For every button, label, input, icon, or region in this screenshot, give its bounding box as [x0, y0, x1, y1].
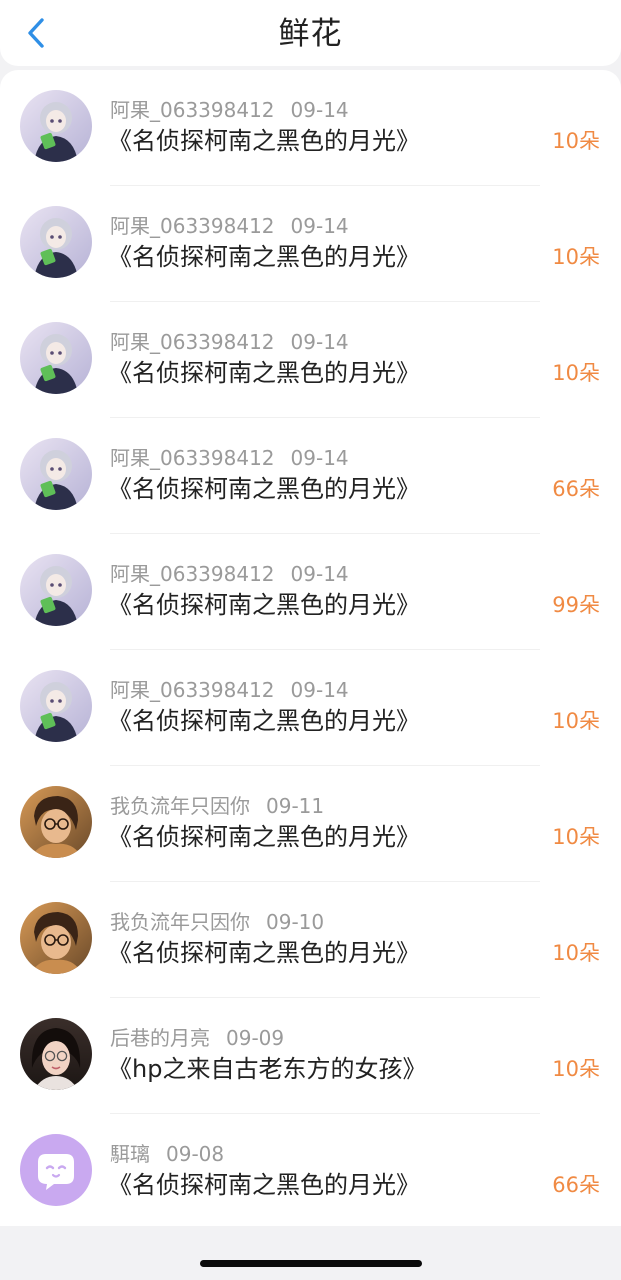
- list-item[interactable]: 后巷的月亮 09-09 《hp之来自古老东方的女孩》 10朵: [0, 998, 621, 1114]
- bottom-safe-area: [0, 1226, 621, 1280]
- username: 阿果_063398412: [110, 562, 275, 586]
- username: 阿果_063398412: [110, 678, 275, 702]
- avatar[interactable]: [20, 90, 92, 162]
- item-meta: 阿果_063398412 09-14: [110, 446, 349, 470]
- username: 我负流年只因你: [110, 910, 250, 934]
- list-item[interactable]: 阿果_063398412 09-14 《名侦探柯南之黑色的月光》 10朵: [0, 302, 621, 418]
- book-title: 《名侦探柯南之黑色的月光》: [108, 475, 420, 503]
- gift-date: 09-14: [290, 446, 349, 470]
- item-meta: 阿果_063398412 09-14: [110, 330, 349, 354]
- avatar[interactable]: [20, 786, 92, 858]
- username: 阿果_063398412: [110, 98, 275, 122]
- book-title: 《名侦探柯南之黑色的月光》: [108, 823, 420, 851]
- item-meta: 后巷的月亮 09-09: [110, 1026, 284, 1050]
- avatar[interactable]: [20, 438, 92, 510]
- username: 阿果_063398412: [110, 214, 275, 238]
- avatar[interactable]: [20, 1018, 92, 1090]
- list-item[interactable]: 阿果_063398412 09-14 《名侦探柯南之黑色的月光》 10朵: [0, 650, 621, 766]
- list-item[interactable]: 我负流年只因你 09-10 《名侦探柯南之黑色的月光》 10朵: [0, 882, 621, 998]
- gift-date: 09-14: [290, 562, 349, 586]
- gift-date: 09-08: [166, 1142, 225, 1166]
- book-title: 《名侦探柯南之黑色的月光》: [108, 591, 420, 619]
- gift-date: 09-10: [266, 910, 325, 934]
- avatar[interactable]: [20, 1134, 92, 1206]
- book-title: 《名侦探柯南之黑色的月光》: [108, 359, 420, 387]
- list-item[interactable]: 阿果_063398412 09-14 《名侦探柯南之黑色的月光》 10朵: [0, 186, 621, 302]
- gift-date: 09-14: [290, 98, 349, 122]
- book-title: 《hp之来自古老东方的女孩》: [108, 1055, 427, 1083]
- avatar[interactable]: [20, 206, 92, 278]
- top-nav-bar: 鲜花: [0, 0, 621, 66]
- username: 我负流年只因你: [110, 794, 250, 818]
- flower-amount: 10朵: [552, 709, 600, 733]
- book-title: 《名侦探柯南之黑色的月光》: [108, 1171, 420, 1199]
- item-meta: 阿果_063398412 09-14: [110, 678, 349, 702]
- list-item[interactable]: 阿果_063398412 09-14 《名侦探柯南之黑色的月光》 66朵: [0, 418, 621, 534]
- gift-date: 09-14: [290, 330, 349, 354]
- item-meta: 駬璃 09-08: [110, 1142, 224, 1166]
- item-meta: 阿果_063398412 09-14: [110, 562, 349, 586]
- item-meta: 我负流年只因你 09-10: [110, 910, 324, 934]
- gift-date: 09-11: [266, 794, 325, 818]
- flower-amount: 10朵: [552, 825, 600, 849]
- avatar[interactable]: [20, 554, 92, 626]
- list-item[interactable]: 我负流年只因你 09-11 《名侦探柯南之黑色的月光》 10朵: [0, 766, 621, 882]
- list-item[interactable]: 駬璃 09-08 《名侦探柯南之黑色的月光》 66朵: [0, 1114, 621, 1226]
- flower-amount: 10朵: [552, 941, 600, 965]
- gift-date: 09-14: [290, 678, 349, 702]
- username: 駬璃: [110, 1142, 150, 1166]
- avatar[interactable]: [20, 322, 92, 394]
- list-item[interactable]: 阿果_063398412 09-14 《名侦探柯南之黑色的月光》 99朵: [0, 534, 621, 650]
- username: 阿果_063398412: [110, 330, 275, 354]
- book-title: 《名侦探柯南之黑色的月光》: [108, 939, 420, 967]
- avatar[interactable]: [20, 670, 92, 742]
- book-title: 《名侦探柯南之黑色的月光》: [108, 243, 420, 271]
- item-meta: 阿果_063398412 09-14: [110, 98, 349, 122]
- flower-amount: 99朵: [552, 593, 600, 617]
- avatar[interactable]: [20, 902, 92, 974]
- flower-amount: 66朵: [552, 1173, 600, 1197]
- item-meta: 我负流年只因你 09-11: [110, 794, 324, 818]
- flower-amount: 66朵: [552, 477, 600, 501]
- flower-amount: 10朵: [552, 361, 600, 385]
- book-title: 《名侦探柯南之黑色的月光》: [108, 707, 420, 735]
- item-meta: 阿果_063398412 09-14: [110, 214, 349, 238]
- flower-amount: 10朵: [552, 245, 600, 269]
- flower-amount: 10朵: [552, 129, 600, 153]
- book-title: 《名侦探柯南之黑色的月光》: [108, 127, 420, 155]
- username: 阿果_063398412: [110, 446, 275, 470]
- list-item[interactable]: 阿果_063398412 09-14 《名侦探柯南之黑色的月光》 10朵: [0, 70, 621, 186]
- gift-date: 09-14: [290, 214, 349, 238]
- username: 后巷的月亮: [110, 1026, 210, 1050]
- page-title: 鲜花: [278, 16, 343, 52]
- flower-gift-list: 阿果_063398412 09-14 《名侦探柯南之黑色的月光》 10朵 阿果_0…: [0, 70, 621, 1226]
- home-indicator[interactable]: [200, 1260, 422, 1267]
- gift-date: 09-09: [226, 1026, 285, 1050]
- flower-amount: 10朵: [552, 1057, 600, 1081]
